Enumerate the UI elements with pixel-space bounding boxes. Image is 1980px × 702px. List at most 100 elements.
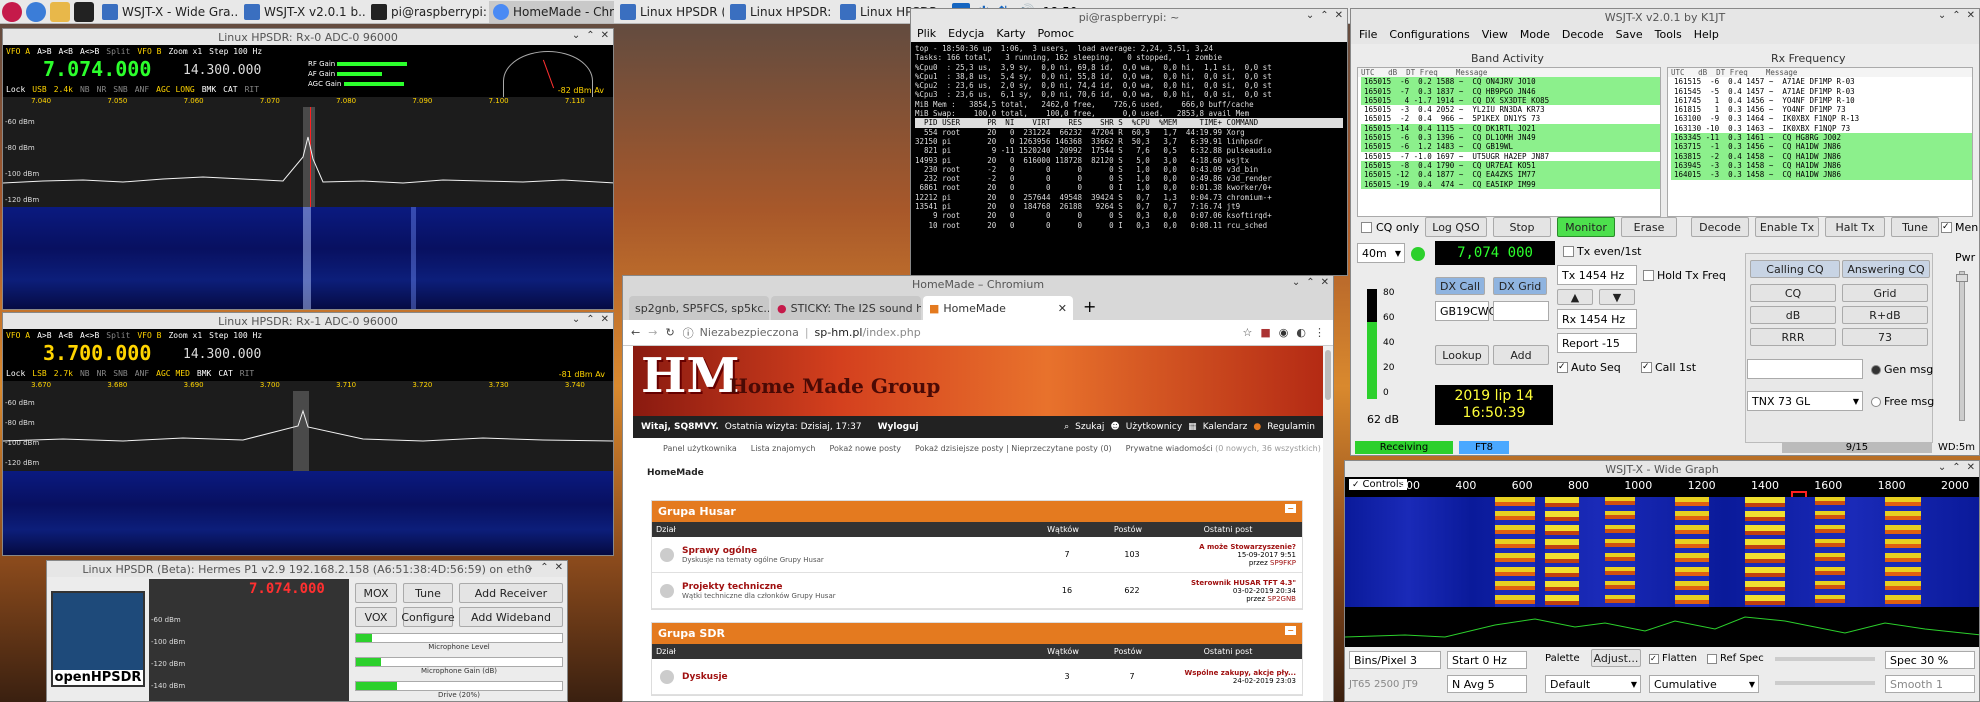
hold-tx-checkbox[interactable]: Hold Tx Freq (1643, 269, 1726, 282)
task-hpsdr-beta[interactable]: Linux HPSDR (Beta... (616, 1, 724, 23)
close-icon[interactable]: ✕ (601, 314, 609, 325)
menu-decode[interactable]: Decode (1562, 28, 1604, 41)
author-link[interactable]: SP2GNB (1267, 595, 1296, 603)
configure-button[interactable]: Configure (401, 607, 455, 627)
rrr-button[interactable]: RRR (1750, 328, 1836, 346)
menu-help[interactable]: Pomoc (1038, 27, 1074, 40)
power-slider-handle[interactable] (1956, 274, 1968, 282)
snb-button[interactable]: SNB (113, 369, 127, 378)
collapse-icon[interactable]: − (1285, 626, 1296, 635)
split-button[interactable]: Split (106, 331, 130, 340)
vox-button[interactable]: VOX (355, 607, 397, 627)
add-wideband-button[interactable]: Add Wideband (459, 607, 563, 627)
ref-spec-checkbox[interactable]: Ref Spec (1707, 653, 1764, 664)
minimize-icon[interactable]: ⌄ (1938, 462, 1946, 473)
task-hpsdr-rx0[interactable]: Linux HPSDR: Rx-0... (726, 1, 834, 23)
r-db-button[interactable]: R+dB (1842, 306, 1928, 324)
menu-edit[interactable]: Edycja (948, 27, 984, 40)
decode-row[interactable]: 165015 -3 0.4 2052 ~ YL2IU RN3DA KR73 (1361, 105, 1660, 114)
anf-button[interactable]: ANF (135, 369, 149, 378)
erase-button[interactable]: Erase (1621, 217, 1677, 237)
terminal-output[interactable]: top - 18:50:36 up 1:06, 3 users, load av… (911, 42, 1347, 275)
answering-cq-tab[interactable]: Answering CQ (1842, 260, 1930, 278)
decode-button[interactable]: Decode (1691, 217, 1749, 237)
star-icon[interactable]: ☆ (1243, 326, 1253, 339)
menu-file[interactable]: File (1359, 28, 1377, 41)
close-icon[interactable]: ✕ (1335, 10, 1343, 21)
swap-button[interactable]: A<>B (80, 47, 99, 56)
decode-row[interactable]: 163130 -10 0.3 1463 ~ IK0XBX F1NQP 73 (1671, 124, 1972, 133)
auto-seq-checkbox[interactable]: ✓ Auto Seq (1557, 361, 1621, 374)
anf-button[interactable]: ANF (135, 85, 149, 94)
tx-to-rx-arrow-up[interactable]: ▲ (1557, 289, 1593, 305)
close-icon[interactable]: ✕ (601, 30, 609, 41)
rx-to-tx-arrow-down[interactable]: ▼ (1599, 289, 1635, 305)
start-frequency-spinbox[interactable]: Start 0 Hz (1447, 651, 1527, 669)
decode-row[interactable]: 163100 -9 0.3 1464 ~ IK0XBX F1NQP R-13 (1671, 114, 1972, 123)
cat-button[interactable]: CAT (218, 369, 232, 378)
a-to-b-button[interactable]: A>B (37, 47, 51, 56)
gen-msg-input[interactable] (1747, 359, 1863, 379)
minimize-icon[interactable]: ⌄ (1292, 277, 1300, 288)
step-button[interactable]: Step 100 Hz (209, 47, 262, 56)
dx-grid-input[interactable] (1493, 301, 1549, 321)
nav-users[interactable]: Użytkownicy (1126, 422, 1182, 432)
split-button[interactable]: Split (106, 47, 130, 56)
new-tab-icon[interactable]: + (1075, 297, 1104, 320)
task-chromium[interactable]: HomeMade - Chro... (489, 0, 614, 23)
bmk-button[interactable]: BMK (202, 85, 216, 94)
snb-button[interactable]: SNB (113, 85, 127, 94)
waterfall[interactable] (3, 207, 613, 309)
nb-button[interactable]: NB (80, 369, 90, 378)
nb-button[interactable]: NB (80, 85, 90, 94)
decode-row[interactable]: 165015 -14 0.4 1115 ~ CQ DK1RTL JO21 (1361, 123, 1660, 134)
vfo-b-frequency[interactable]: 14.300.000 (183, 63, 261, 78)
decode-row[interactable]: 165015 -6 0.2 1588 ~ CQ ON4JRV JO10 (1361, 77, 1660, 87)
maximize-icon[interactable]: ⌃ (1306, 277, 1314, 288)
rx-frequency-list[interactable]: UTC dB DT Freq Message 161515 -6 0.4 145… (1667, 67, 1973, 217)
back-icon[interactable]: ← (631, 326, 640, 339)
vfo-a-button[interactable]: VFO A (6, 331, 30, 340)
minimize-icon[interactable]: ⌄ (1938, 10, 1946, 21)
lock-button[interactable]: Lock (6, 85, 25, 94)
close-icon[interactable]: ✕ (1321, 277, 1329, 288)
db-button[interactable]: dB (1750, 306, 1836, 324)
free-msg-radio[interactable]: Free msg (1871, 395, 1934, 408)
zoom-button[interactable]: Zoom x1 (168, 331, 202, 340)
monitor-button[interactable]: Monitor (1557, 217, 1615, 237)
adjust-button[interactable]: Adjust... (1591, 649, 1641, 667)
decode-row[interactable]: 165015 -7 -1.0 1697 ~ UT5UGR HA2EP JN87 (1361, 152, 1660, 161)
band-activity-list[interactable]: UTC dB DT Freq Message 165015 -6 0.2 158… (1357, 67, 1661, 217)
smooth-spinbox[interactable]: Smooth 1 (1885, 675, 1975, 693)
task-wsjtx[interactable]: WSJT-X v2.0.1 b... (240, 1, 365, 23)
agc-gain-bar[interactable] (343, 82, 404, 86)
maximize-icon[interactable]: ⌃ (540, 562, 548, 573)
decode-row[interactable]: 164015 -3 0.3 1458 ~ CQ HA1DW JN86 (1671, 170, 1972, 180)
power-slider[interactable] (1956, 271, 1968, 421)
close-icon[interactable]: ✕ (1967, 462, 1975, 473)
rx-frequency-spinbox[interactable]: Rx 1454 Hz (1557, 309, 1637, 329)
decode-row[interactable]: 165015 -7 0.3 1837 ~ CQ HB9PGO JN46 (1361, 86, 1660, 96)
minimize-icon[interactable]: ⌄ (526, 562, 534, 573)
lookup-button[interactable]: Lookup (1435, 345, 1489, 365)
maximize-icon[interactable]: ⌃ (1320, 10, 1328, 21)
vfo-a-frequency[interactable]: 3.700.000 (43, 341, 151, 365)
menu-view[interactable]: View (1482, 28, 1508, 41)
forum-title[interactable]: Projekty techniczne (682, 582, 1032, 592)
add-receiver-button[interactable]: Add Receiver (459, 583, 563, 603)
nr-button[interactable]: NR (97, 369, 107, 378)
decode-row[interactable]: 165015 -8 0.4 1790 ~ CQ UR7EAI KO51 (1361, 160, 1660, 171)
decode-row[interactable]: 163715 -1 0.3 1456 ~ CQ HA1DW JN86 (1671, 142, 1972, 152)
subnav-user-panel[interactable]: Panel użytkownika (663, 444, 737, 453)
collapse-icon[interactable]: − (1285, 504, 1296, 513)
cq-button[interactable]: CQ (1750, 284, 1836, 302)
drive-meter[interactable]: Drive (20%) (355, 681, 563, 699)
tune-button[interactable]: Tune (1891, 217, 1939, 237)
extension-icon[interactable]: ■ (1260, 326, 1270, 339)
enable-tx-button[interactable]: Enable Tx (1755, 217, 1819, 237)
menu-save[interactable]: Save (1616, 28, 1643, 41)
decode-row[interactable]: 163815 -2 0.4 1458 ~ CQ HA1DW JN86 (1671, 151, 1972, 161)
calling-cq-tab[interactable]: Calling CQ (1750, 260, 1840, 278)
log-qso-button[interactable]: Log QSO (1425, 217, 1487, 237)
agc-button[interactable]: AGC MED (156, 369, 190, 378)
